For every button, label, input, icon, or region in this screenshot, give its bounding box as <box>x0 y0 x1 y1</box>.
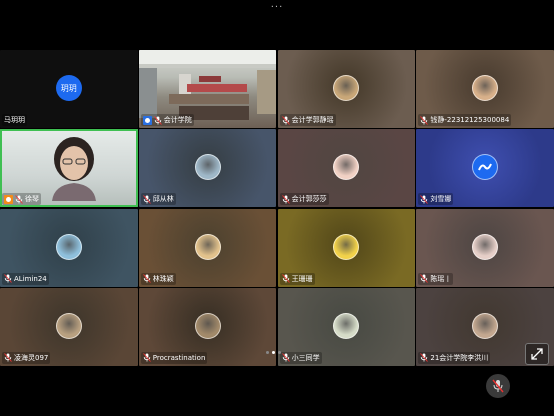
participant-tile[interactable]: 钱静-22312125300084 <box>416 50 554 128</box>
mic-muted-icon <box>4 274 12 283</box>
participant-tile[interactable]: 陈瑶丨 <box>416 208 554 287</box>
avatar <box>472 75 499 101</box>
participant-tile[interactable]: 邱从林 <box>138 129 277 208</box>
participant-name-tag: 刘雪娜 <box>418 193 454 206</box>
avatar <box>333 154 360 181</box>
participant-name-tag: 会计郭莎莎 <box>279 193 329 206</box>
participant-name: 马玥玥 <box>4 116 25 124</box>
more-options[interactable]: ··· <box>0 0 554 14</box>
participant-name: 陈瑶丨 <box>430 274 452 283</box>
participant-tile[interactable]: 小三同学 <box>277 287 416 366</box>
participant-name-tag: 会计学院 <box>140 114 194 126</box>
participant-name: 会计学郭静瑶 <box>291 116 334 124</box>
mic-muted-icon <box>142 195 151 204</box>
participant-tile[interactable]: 徐琴 <box>0 129 138 208</box>
participant-name-tag: 徐琴 <box>2 193 41 206</box>
participant-grid: 玥玥 马玥玥 会计学院 会计学郭静瑶 钱静-22312125300084 徐琴 邱从林 会计郭… <box>0 50 554 366</box>
page-dot[interactable] <box>272 351 275 354</box>
participant-name-tag: ALimin24 <box>2 272 49 285</box>
page-dot[interactable] <box>266 351 269 354</box>
participant-name-tag: 邱从林 <box>140 193 176 206</box>
participant-tile[interactable]: 会计学院 <box>138 50 277 128</box>
participant-name-tag: 马玥玥 <box>2 114 27 126</box>
avatar <box>472 154 499 181</box>
avatar <box>55 312 82 339</box>
participant-tile[interactable]: 会计郭莎莎 <box>277 129 416 208</box>
participant-name: 刘雪娜 <box>430 195 452 204</box>
self-video <box>52 137 96 202</box>
participant-tile[interactable]: 林珠颖 <box>138 208 277 287</box>
participant-tile[interactable]: 会计学郭静瑶 <box>277 50 416 128</box>
participant-name-tag: 小三同学 <box>279 351 322 364</box>
avatar: 玥玥 <box>55 75 82 101</box>
participant-name: 王珊珊 <box>291 274 313 283</box>
participant-name-tag: 会计学郭静瑶 <box>279 114 336 126</box>
mic-muted-icon <box>420 195 429 204</box>
mic-muted-icon <box>15 195 23 204</box>
participant-name: 21会计学院李洪川 <box>430 353 489 362</box>
participant-name: 小三同学 <box>291 353 320 362</box>
mic-muted-icon <box>281 274 290 283</box>
mic-muted-icon <box>142 353 151 363</box>
mic-muted-icon <box>281 353 290 363</box>
mic-muted-icon <box>420 353 429 363</box>
avatar <box>194 312 221 339</box>
avatar <box>472 233 499 260</box>
page-dot[interactable] <box>278 351 281 354</box>
mic-muted-icon <box>4 353 12 363</box>
participant-tile[interactable]: Procrastination <box>138 287 277 366</box>
avatar <box>333 312 360 339</box>
avatar <box>194 233 221 260</box>
more-icon[interactable]: ··· <box>271 2 284 13</box>
participant-name-tag: 凌海灵097 <box>2 351 51 364</box>
mic-muted-icon <box>281 195 290 204</box>
avatar <box>472 312 499 339</box>
participant-name: 邱从林 <box>152 195 174 204</box>
logo-icon <box>478 163 493 171</box>
mic-muted-icon <box>420 274 429 283</box>
participant-name-tag: Procrastination <box>140 351 208 364</box>
participant-name: 林珠颖 <box>152 274 174 283</box>
avatar <box>194 154 221 181</box>
mic-muted-icon <box>420 115 429 125</box>
participant-name-tag: 21会计学院李洪川 <box>418 351 491 364</box>
participant-name: 会计郭莎莎 <box>291 195 327 204</box>
participant-name-tag: 钱静-22312125300084 <box>418 114 512 126</box>
avatar <box>333 233 360 260</box>
mic-muted-icon <box>492 379 504 393</box>
participant-tile[interactable]: ALimin24 <box>0 208 138 287</box>
participant-name: 徐琴 <box>25 195 39 204</box>
page-indicator[interactable] <box>266 351 281 354</box>
expand-button[interactable] <box>525 343 549 365</box>
cohost-icon <box>142 115 152 125</box>
participant-name-tag: 王珊珊 <box>279 272 315 285</box>
participant-name: Procrastination <box>152 353 206 362</box>
participant-name-tag: 林珠颖 <box>140 272 176 285</box>
participant-tile[interactable]: 凌海灵097 <box>0 287 138 366</box>
participant-name-tag: 陈瑶丨 <box>418 272 454 285</box>
participant-name: 凌海灵097 <box>14 353 49 362</box>
avatar <box>333 75 360 101</box>
host-icon <box>4 194 13 204</box>
mute-button[interactable] <box>486 374 510 398</box>
participant-name: ALimin24 <box>14 274 47 283</box>
participant-name: 钱静-22312125300084 <box>430 116 510 124</box>
participant-name: 会计学院 <box>163 116 192 124</box>
participant-tile[interactable]: 刘雪娜 <box>416 129 554 208</box>
participant-tile[interactable]: 王珊珊 <box>277 208 416 287</box>
mic-muted-icon <box>281 115 290 125</box>
participant-tile[interactable]: 玥玥马玥玥 <box>0 50 138 128</box>
avatar <box>55 233 82 260</box>
mic-muted-icon <box>153 115 162 125</box>
mic-muted-icon <box>142 274 151 283</box>
expand-icon <box>531 348 543 360</box>
